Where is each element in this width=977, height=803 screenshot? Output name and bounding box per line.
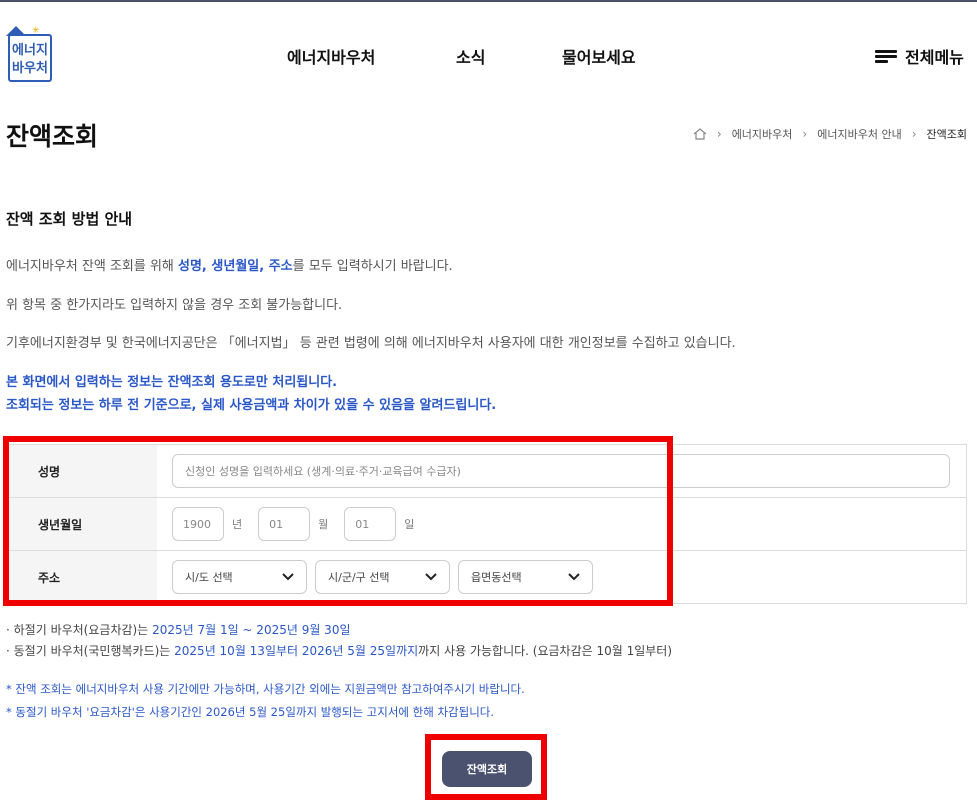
breadcrumb-item-current: 잔액조회 [926, 128, 967, 141]
guide-notice-1: 본 화면에서 입력하는 정보는 잔액조회 용도로만 처리됩니다. [6, 375, 338, 390]
logo-text-line1: 에너지 [12, 43, 48, 58]
logo-text-line2: 바우처 [12, 61, 48, 76]
all-menu-label: 전체메뉴 [905, 48, 964, 67]
deduction-notice: * 동절기 바우처 '요금차감'은 사용기간인 2026년 5월 25일까지 발… [6, 705, 495, 719]
energy-voucher-logo[interactable]: ✳ 에너지 바우처 [6, 26, 54, 84]
guide-title: 잔액 조회 방법 안내 [6, 210, 133, 228]
guide-line-3: 기후에너지환경부 및 한국에너지공단은 「에너지법」 등 관련 법령에 의해 에… [6, 336, 736, 351]
home-icon[interactable] [693, 128, 707, 140]
winter-voucher-note: · 동절기 바우처(국민행복카드)는 2025년 10월 13일부터 2026년… [6, 644, 673, 658]
summer-voucher-note: · 하절기 바우처(요금차감)는 2025년 7월 1일 ~ 2025년 9월 … [6, 623, 351, 637]
balance-inquiry-button[interactable]: 잔액조회 [442, 751, 532, 787]
guide-line-1: 에너지바우처 잔액 조회를 위해 성명, 생년월일, 주소를 모두 입력하시기 … [6, 259, 453, 274]
nav-faq[interactable]: 물어보세요 [562, 44, 636, 68]
breadcrumb-item-guide[interactable]: 에너지바우처 안내 [817, 126, 901, 142]
nav-news[interactable]: 소식 [456, 44, 485, 68]
nav-energy-voucher[interactable]: 에너지바우처 [287, 44, 375, 68]
page-title: 잔액조회 [6, 122, 99, 151]
breadcrumb-separator: › [716, 127, 722, 141]
all-menu-button[interactable]: 전체메뉴 [875, 44, 964, 68]
breadcrumb-separator: › [911, 127, 917, 141]
breadcrumb: › 에너지바우처 › 에너지바우처 안내 › 잔액조회 [693, 126, 967, 142]
breadcrumb-separator: › [802, 127, 808, 141]
guide-line-2: 위 항목 중 한가지라도 입력하지 않을 경우 조회 불가능합니다. [6, 298, 343, 313]
top-border [0, 0, 977, 2]
hamburger-icon [875, 48, 897, 64]
period-notice: * 잔액 조회는 에너지바우처 사용 기간에만 가능하며, 사용기간 외에는 지… [6, 682, 525, 696]
guide-notice-2: 조회되는 정보는 하루 전 기준으로, 실제 사용금액과 차이가 있을 수 있음… [6, 398, 497, 413]
form-highlight-box [3, 436, 673, 606]
breadcrumb-item-energy-voucher[interactable]: 에너지바우처 [732, 126, 793, 142]
